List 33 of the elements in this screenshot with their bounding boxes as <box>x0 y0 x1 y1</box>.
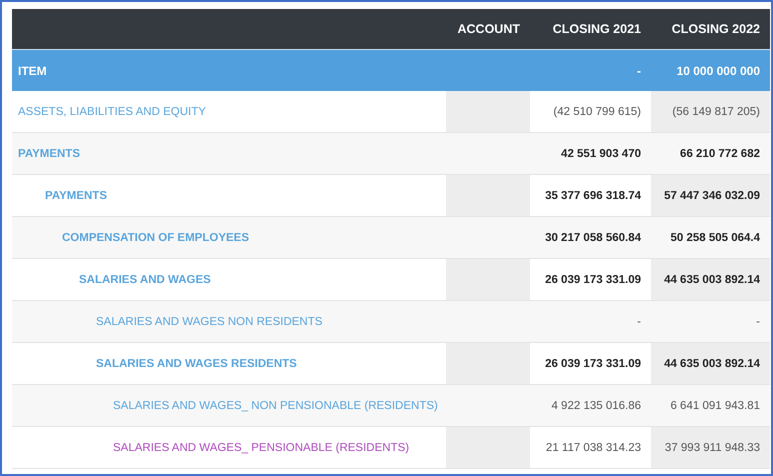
tree-item-label[interactable]: SALARIES AND WAGES_ PENSIONABLE (RESIDENTS) <box>113 442 410 454</box>
table-cell-text: 4 922 135 016.86 <box>550 398 642 414</box>
table-cell-text: 66 210 772 682 <box>679 146 761 162</box>
tree-item-label[interactable]: PAYMENTS <box>18 148 80 160</box>
table-cell-text: 35 377 696 318.74 <box>544 188 642 204</box>
tree-item-label[interactable]: SALARIES AND WAGES NON RESIDENTS <box>96 316 322 328</box>
table-cell-text: (42 510 799 615) <box>552 104 642 120</box>
table-cell-text: 42 551 903 470 <box>560 146 642 162</box>
tree-item-label[interactable]: SALARIES AND WAGES RESIDENTS <box>96 358 297 370</box>
column-header: ACCOUNT <box>456 22 521 36</box>
column-header: CLOSING 2021 <box>552 22 642 36</box>
table-cell-text: 10 000 000 000 <box>676 64 761 78</box>
table-cell-text: - <box>755 314 761 330</box>
tree-item-label[interactable]: ASSETS, LIABILITIES AND EQUITY <box>18 106 206 118</box>
tree-item-label[interactable]: PAYMENTS <box>45 190 107 202</box>
table-cell-text: 6 641 091 943.81 <box>669 398 761 414</box>
table-cell-text: 50 258 505 064.4 <box>669 230 761 246</box>
tree-item-label[interactable]: SALARIES AND WAGES <box>79 274 211 286</box>
table-cell: 44 635 003 892.14 <box>651 259 770 300</box>
table-cell-text: 26 039 173 331.09 <box>544 272 642 288</box>
table-cell-text: - <box>636 64 642 78</box>
table-cell-text: 21 117 038 314.23 <box>544 440 642 456</box>
table-cell-text: 30 217 058 560.84 <box>544 230 642 246</box>
tree-item-label[interactable]: SALARIES AND WAGES_ NON PENSIONABLE (RESIDENTS) <box>113 400 438 412</box>
table-cell: 57 447 346 032.09 <box>651 175 770 216</box>
table-cell: 37 993 911 948.33 <box>651 427 770 468</box>
table-cell-text: - <box>636 314 642 330</box>
column-header: CLOSING 2022 <box>670 22 761 36</box>
table-cell: 44 635 003 892.14 <box>651 343 770 384</box>
table-cell-text: ITEM <box>17 64 48 78</box>
tree-item-label[interactable]: COMPENSATION OF EMPLOYEES <box>62 232 249 244</box>
table-cell: (56 149 817 205) <box>651 91 770 132</box>
table-cell-text: 26 039 173 331.09 <box>544 356 642 372</box>
